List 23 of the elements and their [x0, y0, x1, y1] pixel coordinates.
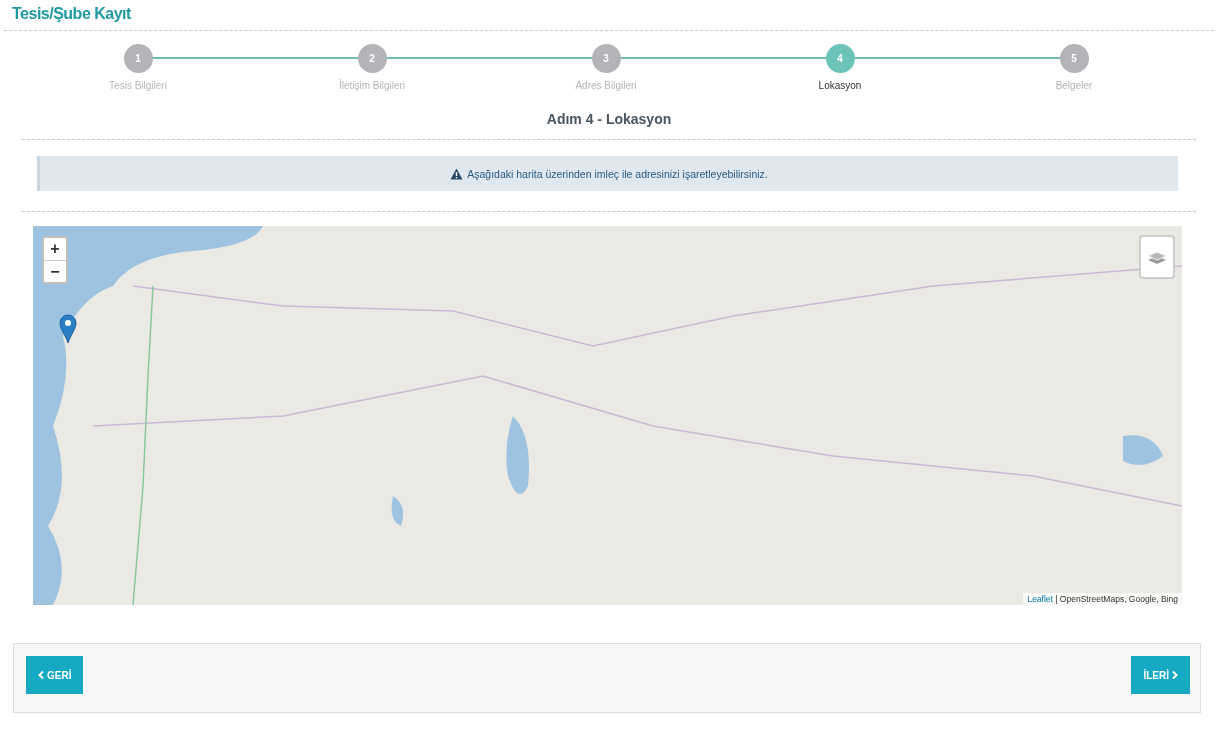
next-button[interactable]: İLERİ	[1131, 656, 1190, 694]
step-number[interactable]: 3	[591, 43, 621, 73]
step-label: İletişim Bilgileri	[338, 80, 406, 91]
chevron-icon	[1172, 671, 1178, 679]
step-label: Belgeler	[1055, 80, 1093, 91]
page-title: Tesis/Şube Kayıt	[11, 4, 132, 24]
leaflet-link[interactable]: Leaflet	[1027, 594, 1053, 604]
warning-icon	[450, 167, 464, 180]
map-attribution: Leaflet | OpenStreetMaps, Google, Bing	[1023, 593, 1182, 605]
back-button[interactable]: GERİ	[26, 656, 84, 694]
alert-text: Aşağıdaki harita üzerinden imleç ile adresinizi işaretleyebilirsiniz.	[467, 167, 768, 180]
step-label: Lokasyon	[818, 80, 862, 91]
step-label: Adres Bilgileri	[575, 80, 637, 91]
layers-button[interactable]	[1139, 235, 1175, 279]
step-heading: Adım 4 - Lokasyon	[545, 111, 673, 129]
step-number[interactable]: 2	[357, 43, 387, 73]
zoom-out-button[interactable]: −	[44, 260, 66, 282]
step-number[interactable]: 5	[1059, 43, 1089, 73]
map-marker-icon[interactable]	[59, 314, 77, 344]
step-label: Tesis Bilgileri	[109, 80, 167, 91]
chevron-icon	[38, 671, 44, 679]
step-number[interactable]: 4	[825, 43, 855, 73]
step-number[interactable]: 1	[123, 43, 153, 73]
